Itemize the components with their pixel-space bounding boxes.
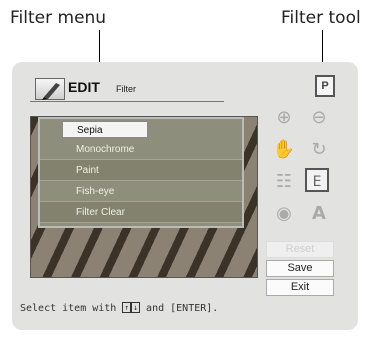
filter-icon[interactable]: E [305, 168, 329, 192]
filter-menu-callout: Filter menu [10, 8, 107, 28]
status-suffix: and [ENTER]. [146, 303, 219, 314]
filter-menu[interactable]: Sepia Monochrome Paint Fish-eye Filter C… [38, 117, 244, 228]
status-prefix: Select item with [20, 303, 117, 314]
eye-icon[interactable]: ◉ [272, 202, 296, 226]
down-arrow-key-icon: ↓ [131, 302, 141, 313]
menu-item-filter-clear[interactable]: Filter Clear [40, 202, 242, 223]
status-hint: Select item with ↑ ↓ and [ENTER]. [20, 302, 218, 314]
save-button[interactable]: Save [266, 260, 334, 277]
filter-tool-callout: Filter tool [281, 8, 361, 28]
menu-item-sepia[interactable]: Sepia [62, 121, 148, 138]
exit-button[interactable]: Exit [266, 279, 334, 296]
menu-item-fish-eye[interactable]: Fish-eye [40, 181, 242, 202]
menu-item-paint[interactable]: Paint [40, 160, 242, 181]
zoom-in-icon[interactable]: ⊕ [272, 106, 296, 130]
zoom-out-icon[interactable]: ⊖ [307, 106, 331, 130]
hand-icon[interactable]: ✋ [272, 138, 296, 162]
page-subtitle: Filter [116, 84, 136, 94]
text-icon[interactable]: A [307, 202, 331, 226]
rotate-icon[interactable]: ↻ [307, 138, 331, 162]
menu-item-monochrome[interactable]: Monochrome [40, 139, 242, 160]
reset-button[interactable]: Reset [266, 241, 334, 258]
up-arrow-key-icon: ↑ [122, 302, 132, 313]
print-icon[interactable]: P [315, 75, 335, 97]
header-divider [30, 101, 224, 102]
page-title: EDIT [68, 79, 100, 95]
adjust-icon[interactable]: ☷ [272, 170, 296, 194]
edit-pencil-icon [35, 78, 65, 100]
